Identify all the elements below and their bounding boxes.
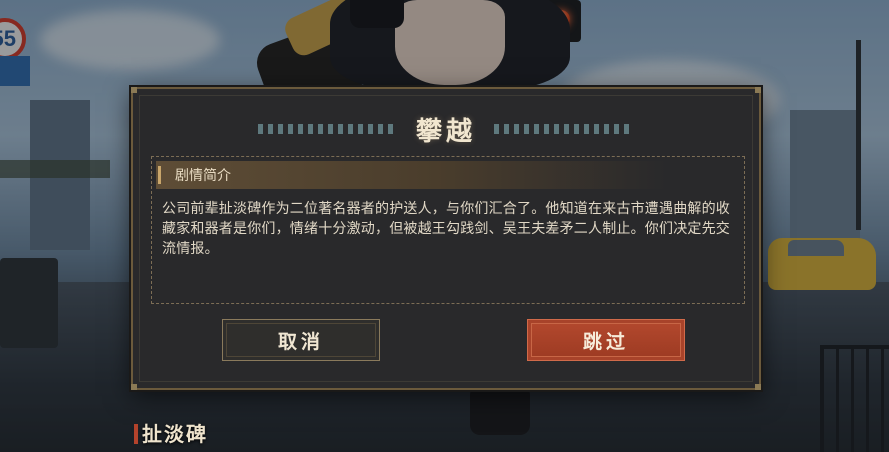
synopsis-panel: 剧情简介 公司前辈扯淡碑作为二位著名器者的护送人，与你们汇合了。他知道在来古市遭… <box>151 156 745 304</box>
cancel-button[interactable]: 取消 <box>222 319 380 361</box>
corner-ornament-icon <box>755 87 761 93</box>
dialog-header: 攀越 <box>133 109 759 149</box>
synopsis-text: 公司前辈扯淡碑作为二位著名器者的护送人，与你们汇合了。他知道在来古市遭遇曲解的收… <box>162 201 730 257</box>
arrow-decoration-icon <box>494 124 634 134</box>
corner-ornament-icon <box>131 87 137 93</box>
story-dialog: 攀越 剧情简介 公司前辈扯淡碑作为二位著名器者的护送人，与你们汇合了。他知道在来… <box>131 87 761 390</box>
arrow-decoration-icon <box>257 124 398 134</box>
section-header: 剧情简介 <box>156 161 666 189</box>
name-mark-icon <box>134 424 138 444</box>
dialog-title: 攀越 <box>415 116 476 147</box>
section-marker-icon <box>158 166 161 184</box>
corner-ornament-icon <box>755 384 761 390</box>
skip-button[interactable]: 跳过 <box>527 319 685 361</box>
corner-ornament-icon <box>131 384 137 390</box>
section-label: 剧情简介 <box>175 168 231 184</box>
speaker-name: 扯淡碑 <box>134 418 208 447</box>
speaker-name-text: 扯淡碑 <box>142 422 208 446</box>
